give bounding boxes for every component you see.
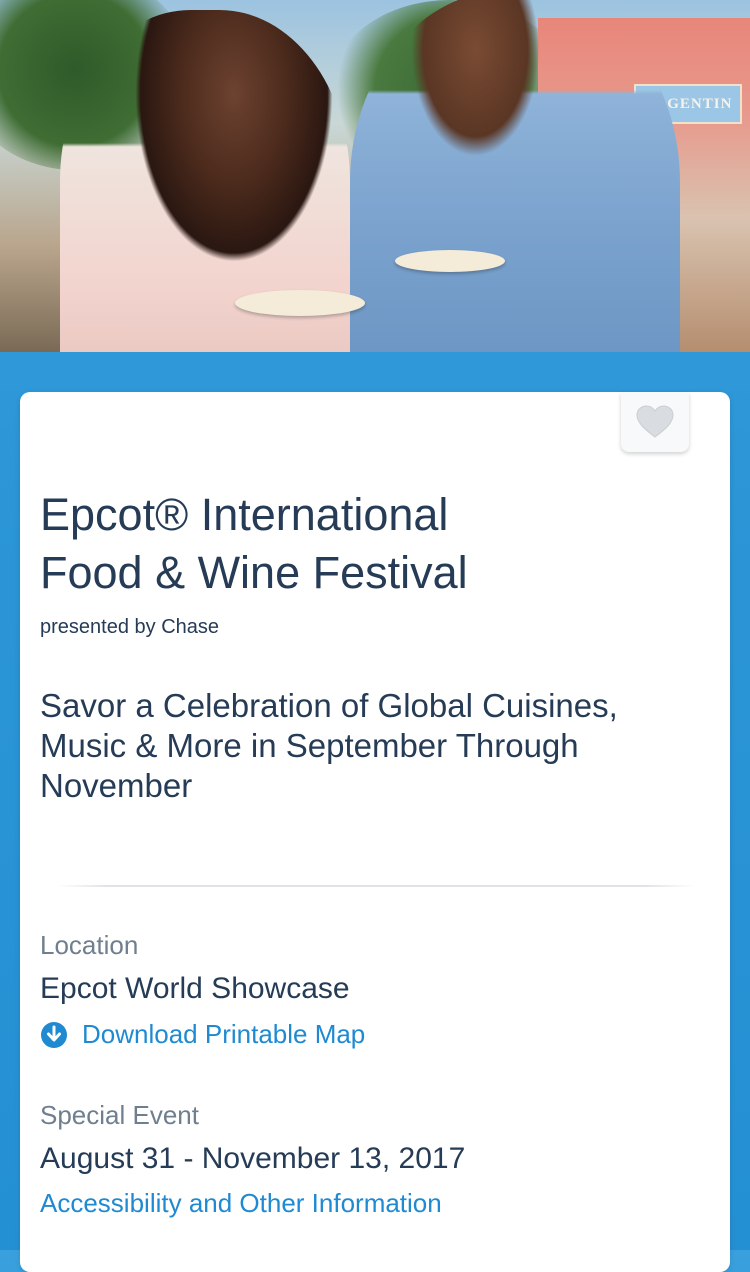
event-dates: August 31 - November 13, 2017 [40,1142,466,1175]
hero-food-plate-right [395,250,505,272]
location-value: Epcot World Showcase [40,972,350,1005]
hero-image: ARGENTIN [0,0,750,352]
hero-person-man [350,0,680,352]
event-title: Epcot® International Food & Wine Festiva… [40,486,640,602]
event-title-line2: Food & Wine Festival [40,547,468,598]
accessibility-info-label: Accessibility and Other Information [40,1188,442,1218]
section-divider [56,885,696,887]
download-map-link[interactable]: Download Printable Map [40,1019,365,1050]
download-circle-icon [41,1021,67,1048]
event-detail-card: Epcot® International Food & Wine Festiva… [20,392,730,1272]
accessibility-info-link[interactable]: Accessibility and Other Information [40,1188,442,1219]
hero-food-plate-left [235,290,365,316]
event-title-line1: Epcot® International [40,489,449,540]
special-event-label: Special Event [40,1100,199,1130]
location-label: Location [40,930,139,960]
download-map-label: Download Printable Map [82,1019,366,1049]
event-presenter: presented by Chase [40,616,220,638]
heart-icon [636,405,674,438]
event-tagline: Savor a Celebration of Global Cuisines, … [40,687,618,804]
favorite-button[interactable] [621,392,689,452]
